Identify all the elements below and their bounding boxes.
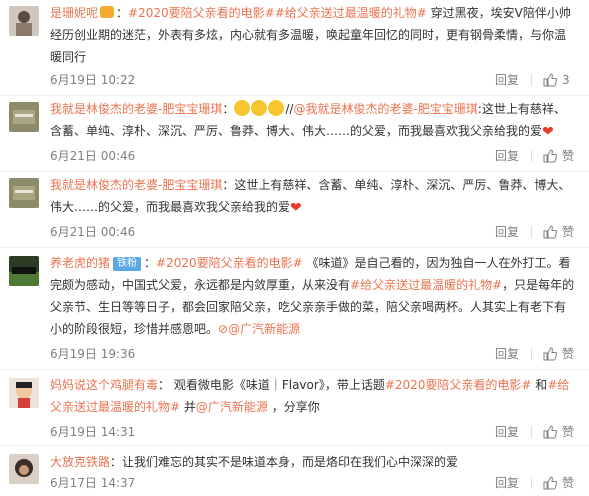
mention-link[interactable]: @广汽新能源	[196, 400, 268, 414]
timestamp: 6月17日 14:37	[50, 476, 136, 490]
reply-button[interactable]: 回复	[495, 146, 519, 166]
thumbs-up-icon	[543, 425, 557, 439]
comment-item: 我就是林俊杰的老婆-肥宝宝珊琪：//@我就是林俊杰的老婆-肥宝宝珊琪:这世上有慈…	[0, 96, 589, 172]
comment-body: 大放克铁路：让我们难忘的其实不是味道本身，而是烙印在我们心中深深的爱	[50, 451, 577, 473]
comment-item: 大放克铁路：让我们难忘的其实不是味道本身，而是烙印在我们心中深深的爱 6月17日…	[0, 446, 589, 496]
comment-item: 是珊妮呢 ：#2020要陪父亲看的电影##给父亲送过最温暖的礼物# 穿过黑夜，埃安…	[0, 0, 589, 96]
fan-badge: 铁粉	[113, 257, 142, 271]
like-button[interactable]: 3	[531, 70, 577, 90]
username[interactable]: 养老虎的猪	[50, 256, 110, 270]
comment-body: 我就是林俊杰的老婆-肥宝宝珊琪：//@我就是林俊杰的老婆-肥宝宝珊琪:这世上有慈…	[50, 98, 577, 143]
avatar[interactable]	[9, 6, 39, 36]
divider	[531, 477, 532, 489]
username[interactable]: 我就是林俊杰的老婆-肥宝宝珊琪	[50, 178, 222, 192]
comment-text: 观看微电影《味道｜Flavor》，带上话题	[170, 378, 385, 392]
reply-button[interactable]: 回复	[495, 344, 519, 364]
like-count: 3	[562, 73, 570, 87]
like-label: 赞	[562, 225, 575, 239]
like-button[interactable]: 赞	[531, 222, 577, 242]
emoji-icon	[234, 100, 251, 116]
comment-body: 妈妈说这个鸡腿有毒： 观看微电影《味道｜Flavor》，带上话题#2020要陪父…	[50, 374, 577, 418]
avatar[interactable]	[9, 378, 39, 408]
reply-button[interactable]: 回复	[495, 422, 519, 442]
divider	[531, 348, 532, 360]
heart-icon: ❤	[290, 200, 302, 216]
divider	[531, 226, 532, 238]
timestamp: 6月19日 10:22	[50, 73, 136, 87]
emoji-icon	[251, 100, 268, 116]
mention-link[interactable]: @广汽新能源	[228, 322, 300, 336]
username[interactable]: 我就是林俊杰的老婆-肥宝宝珊琪	[50, 102, 222, 116]
avatar[interactable]	[9, 256, 39, 286]
like-button[interactable]: 赞	[531, 422, 577, 442]
heart-icon: ❤	[542, 124, 554, 140]
thumbs-up-icon	[543, 73, 557, 87]
like-label: 赞	[562, 149, 575, 163]
like-label: 赞	[562, 476, 575, 490]
timestamp: 6月21日 00:46	[50, 225, 136, 239]
reply-button[interactable]: 回复	[495, 473, 519, 493]
like-button[interactable]: 赞	[531, 344, 577, 364]
comment-body: 养老虎的猪 铁粉 ：#2020要陪父亲看的电影# 《味道》是自己看的，因为独自一人在…	[50, 252, 577, 340]
timestamp: 6月21日 00:46	[50, 149, 136, 163]
avatar[interactable]	[9, 178, 39, 208]
reply-button[interactable]: 回复	[495, 70, 519, 90]
like-label: 赞	[562, 425, 575, 439]
like-button[interactable]: 赞	[531, 473, 577, 493]
mention-link[interactable]: @我就是林俊杰的老婆-肥宝宝珊琪	[293, 102, 477, 116]
timestamp: 6月19日 14:31	[50, 425, 136, 439]
username[interactable]: 是珊妮呢	[50, 6, 98, 20]
comment-meta: 6月19日 10:22 回复 3	[50, 70, 577, 90]
like-button[interactable]: 赞	[531, 146, 577, 166]
comment-text: 让我们难忘的其实不是味道本身，而是烙印在我们心中深深的爱	[122, 455, 459, 469]
topic-link[interactable]: #2020要陪父亲看的电影#	[128, 6, 275, 20]
comment-item: 我就是林俊杰的老婆-肥宝宝珊琪：这世上有慈祥、含蓄、单纯、淳朴、深沉、严厉、鲁莽…	[0, 172, 589, 248]
timestamp: 6月19日 19:36	[50, 347, 136, 361]
thumbs-up-icon	[543, 149, 557, 163]
colon: ：	[158, 378, 171, 392]
emoji-icon	[268, 100, 285, 116]
thumbs-up-icon	[543, 476, 557, 490]
username[interactable]: 大放克铁路	[50, 455, 110, 469]
link-icon: ⊘	[218, 322, 229, 336]
comment-item: 妈妈说这个鸡腿有毒： 观看微电影《味道｜Flavor》，带上话题#2020要陪父…	[0, 370, 589, 446]
colon: ：	[222, 102, 235, 116]
thumbs-up-icon	[543, 347, 557, 361]
reply-button[interactable]: 回复	[495, 222, 519, 242]
username[interactable]: 妈妈说这个鸡腿有毒	[50, 378, 158, 392]
thumbs-up-icon	[543, 225, 557, 239]
comment-item: 养老虎的猪 铁粉 ：#2020要陪父亲看的电影# 《味道》是自己看的，因为独自一人在…	[0, 248, 589, 370]
topic-link[interactable]: #给父亲送过最温暖的礼物#	[350, 278, 502, 292]
comment-meta: 6月19日 14:31 回复 赞	[50, 422, 577, 442]
colon: ：	[222, 178, 235, 192]
comment-body: 我就是林俊杰的老婆-肥宝宝珊琪：这世上有慈祥、含蓄、单纯、淳朴、深沉、严厉、鲁莽…	[50, 174, 577, 219]
topic-link[interactable]: #2020要陪父亲看的电影#	[385, 378, 532, 392]
colon: ：	[110, 455, 123, 469]
divider	[531, 150, 532, 162]
vip-badge-icon	[100, 6, 115, 18]
like-label: 赞	[562, 347, 575, 361]
comment-meta: 6月21日 00:46 回复 赞	[50, 222, 577, 242]
comment-text: 和	[531, 378, 548, 392]
colon: ：	[116, 6, 129, 20]
comment-text: 并	[180, 400, 196, 414]
topic-link[interactable]: #给父亲送过最温暖的礼物#	[275, 6, 427, 20]
divider	[531, 74, 532, 86]
colon: ：	[144, 256, 157, 270]
comment-meta: 6月21日 00:46 回复 赞	[50, 146, 577, 166]
comment-meta: 6月17日 14:37 回复 赞	[50, 473, 577, 493]
comment-text: ，分享你	[267, 400, 320, 414]
avatar[interactable]	[9, 102, 39, 132]
comment-body: 是珊妮呢 ：#2020要陪父亲看的电影##给父亲送过最温暖的礼物# 穿过黑夜，埃安…	[50, 2, 577, 68]
divider	[531, 426, 532, 438]
avatar[interactable]	[9, 454, 39, 484]
topic-link[interactable]: #2020要陪父亲看的电影#	[156, 256, 303, 270]
comment-meta: 6月19日 19:36 回复 赞	[50, 344, 577, 364]
